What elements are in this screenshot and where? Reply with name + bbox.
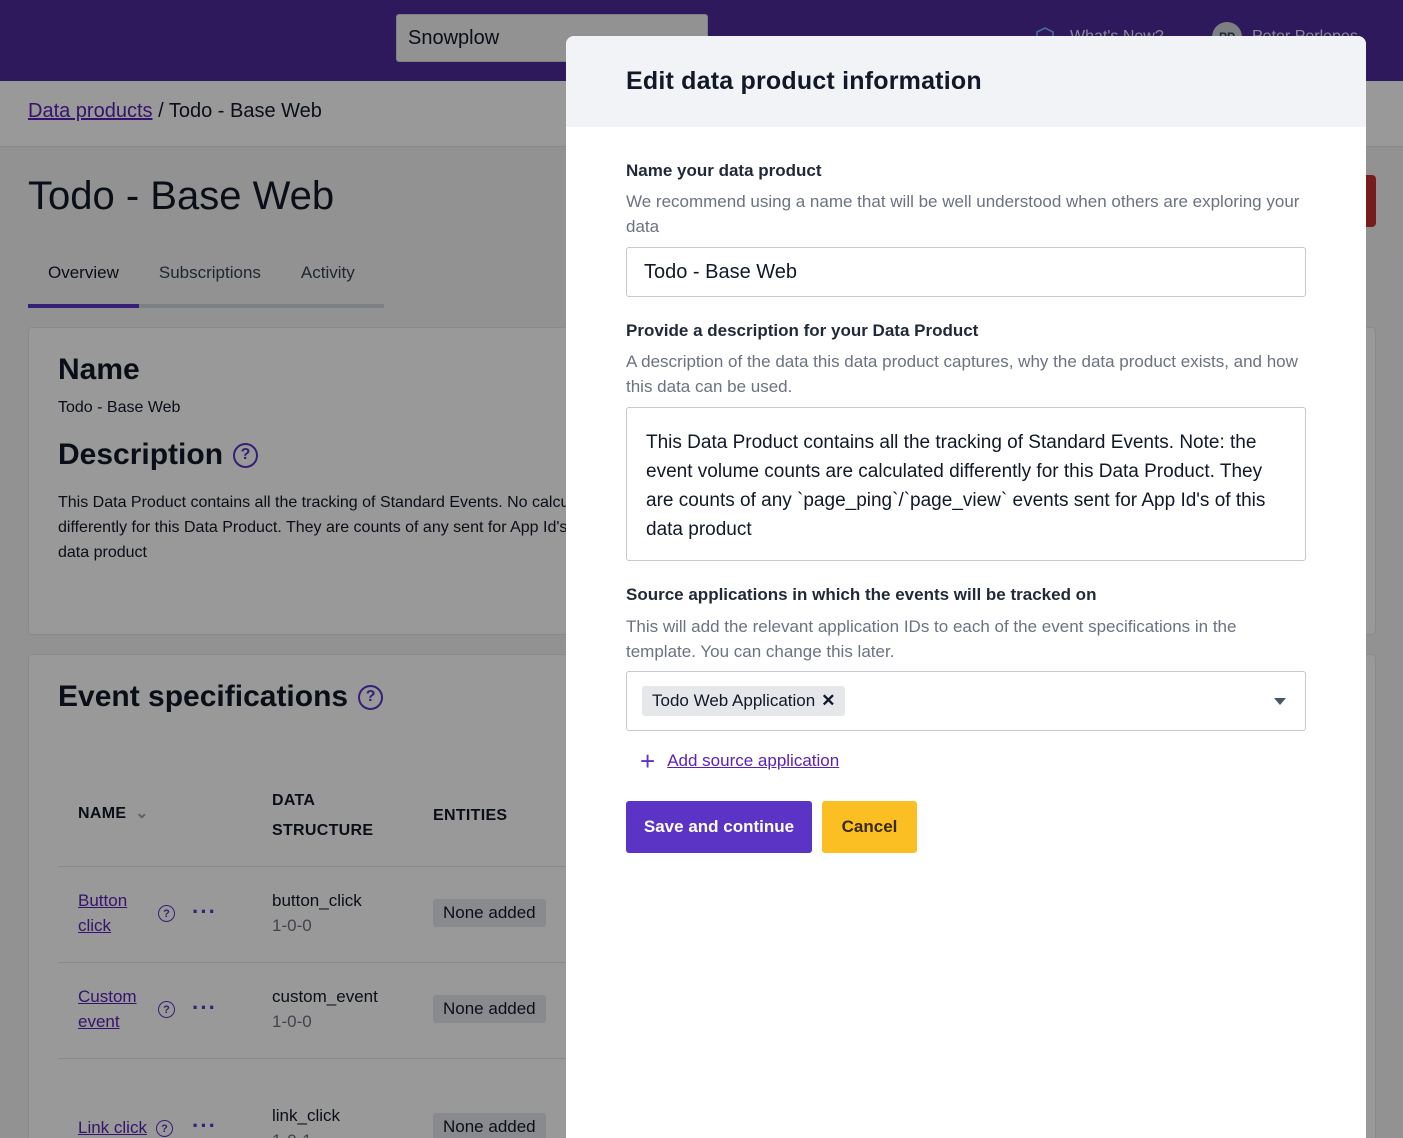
description-textarea[interactable]: This Data Product contains all the track…	[626, 407, 1306, 561]
source-apps-field-help: This will add the relevant application I…	[626, 617, 1237, 661]
source-app-chip-label: Todo Web Application	[652, 691, 816, 710]
description-field-label: Provide a description for your Data Prod…	[626, 321, 979, 340]
modal-title: Edit data product information	[626, 67, 982, 95]
source-apps-field-label: Source applications in which the events …	[626, 585, 1097, 604]
name-field-label: Name your data product	[626, 161, 822, 180]
cancel-button[interactable]: Cancel	[822, 801, 917, 853]
data-product-name-input[interactable]: Todo - Base Web	[626, 247, 1306, 297]
save-and-continue-button[interactable]: Save and continue	[626, 801, 812, 853]
modal-header: Edit data product information	[566, 36, 1366, 127]
edit-data-product-modal: Edit data product information Name your …	[566, 36, 1366, 1138]
add-source-application-label: Add source application	[667, 751, 840, 770]
source-apps-select[interactable]: Todo Web Application ✕	[626, 671, 1306, 731]
name-field-help: We recommend using a name that will be w…	[626, 192, 1300, 236]
chip-remove-icon[interactable]: ✕	[821, 686, 835, 716]
plus-icon: +	[640, 746, 656, 776]
dropdown-caret-icon[interactable]	[1274, 698, 1286, 705]
add-source-application-link[interactable]: + Add source application	[640, 748, 839, 774]
source-app-chip: Todo Web Application ✕	[642, 686, 846, 716]
description-field-help: A description of the data this data prod…	[626, 352, 1298, 396]
